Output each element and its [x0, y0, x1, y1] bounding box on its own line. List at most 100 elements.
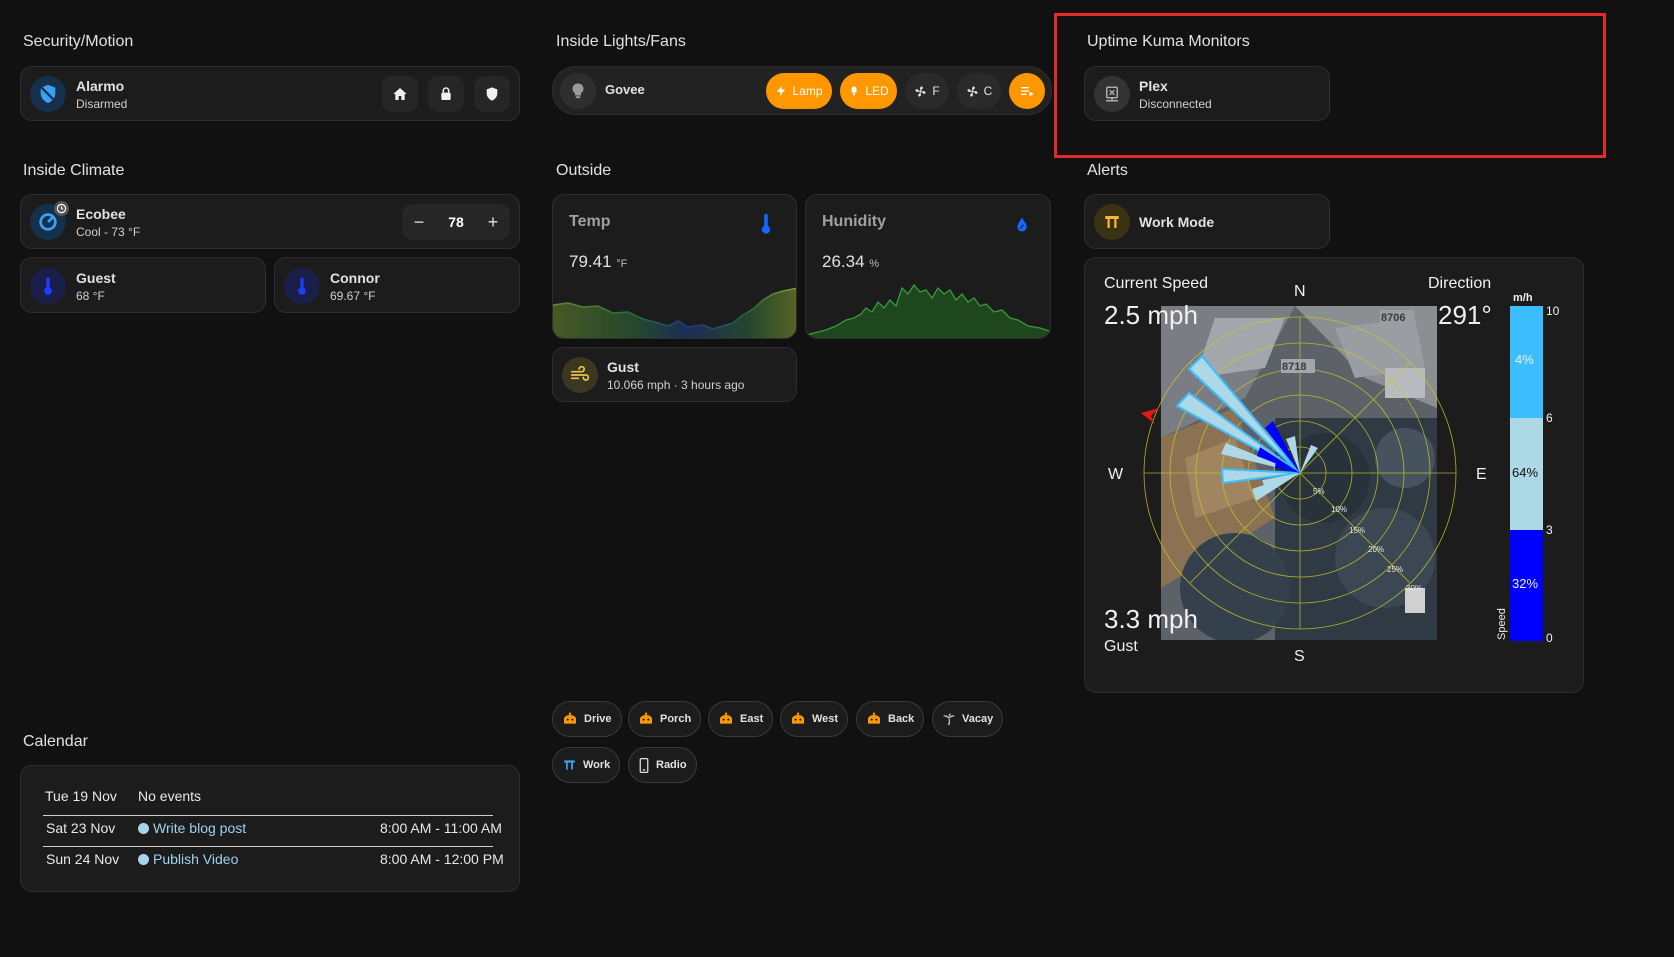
temp-sparkline — [553, 287, 796, 338]
robot-icon — [868, 712, 880, 724]
robot-icon — [792, 712, 804, 724]
chip-porch-label: Porch — [660, 713, 692, 725]
ecobee-name: Ecobee — [76, 206, 126, 222]
govee-card[interactable]: Govee Lamp LED F C — [552, 66, 1052, 115]
fan-icon — [967, 86, 978, 96]
plex-state: Disconnected — [1139, 97, 1212, 111]
direction-label: Direction — [1428, 275, 1492, 292]
cal-event-3[interactable]: Publish Video — [153, 851, 238, 867]
arm-away-button[interactable] — [428, 76, 464, 112]
connor-sensor-card[interactable]: Connor 69.67 °F — [274, 257, 520, 313]
scale-unit: m/h — [1513, 292, 1533, 304]
temp-value: 79.41 — [569, 252, 612, 271]
cal-event-2-wrap[interactable]: Write blog post — [138, 820, 246, 836]
alarmo-state: Disarmed — [76, 97, 128, 111]
scale-pct-high: 4% — [1515, 352, 1534, 367]
fan-c-label: C — [983, 84, 993, 98]
home-icon — [393, 88, 407, 100]
ring-label-30: 30% — [1406, 584, 1422, 593]
clock-badge-icon — [54, 201, 69, 216]
phone-icon — [639, 757, 649, 773]
chip-drive[interactable]: Drive — [552, 701, 622, 737]
temp-unit: °F — [616, 258, 628, 270]
setpoint-value: 78 — [448, 214, 464, 230]
robot-icon — [640, 712, 652, 724]
humidity-graph-card[interactable]: Hunidity 26.34 % — [805, 194, 1051, 339]
current-speed-value: 2.5 mph — [1104, 300, 1198, 330]
server-off-icon — [1094, 76, 1130, 112]
gust-name: Gust — [607, 359, 639, 375]
decrease-button[interactable]: − — [402, 204, 436, 240]
gust-speed-value: 3.3 mph — [1104, 604, 1198, 634]
fan-f-button[interactable]: F — [905, 73, 949, 109]
chip-east[interactable]: East — [708, 701, 774, 737]
lightbulb-icon — [560, 73, 596, 109]
scale-tick-0: 0 — [1546, 631, 1553, 645]
arm-home-button[interactable] — [382, 76, 418, 112]
cal-event-2[interactable]: Write blog post — [153, 820, 246, 836]
chip-porch[interactable]: Porch — [628, 701, 702, 737]
cal-event-1: No events — [138, 788, 202, 804]
lights-section-title: Inside Lights/Fans — [556, 33, 686, 50]
shield-icon — [486, 87, 498, 101]
lock-icon — [441, 87, 451, 100]
arm-night-button[interactable] — [474, 76, 510, 112]
ring-label-15: 15% — [1349, 526, 1365, 535]
compass-s: S — [1294, 648, 1305, 665]
alarmo-name: Alarmo — [76, 78, 125, 94]
ring-label-10: 10% — [1331, 505, 1347, 514]
chip-west[interactable]: West — [780, 701, 849, 737]
shield-off-icon — [30, 76, 66, 112]
chip-drive-label: Drive — [584, 713, 612, 725]
temp-graph-card[interactable]: Temp 79.41 °F — [552, 194, 797, 339]
fan-f-label: F — [932, 84, 940, 98]
scale-pct-mid: 64% — [1512, 465, 1538, 480]
work-mode-card[interactable]: Work Mode — [1084, 194, 1330, 249]
led-label: LED — [865, 84, 889, 98]
playlist-button[interactable] — [1009, 73, 1045, 109]
work-icon — [564, 760, 575, 770]
plex-card[interactable]: Plex Disconnected — [1084, 66, 1330, 121]
compass-e: E — [1476, 466, 1487, 483]
compass-w: W — [1108, 466, 1124, 483]
chip-back[interactable]: Back — [856, 701, 925, 737]
guest-value: 68 °F — [76, 289, 105, 303]
direction-value: 291° — [1438, 300, 1492, 330]
cal-divider — [43, 846, 493, 847]
scale-axis-label: Speed — [1496, 608, 1508, 640]
cal-time-2: 8:00 AM - 11:00 AM — [380, 820, 502, 836]
scale-tick-6: 6 — [1546, 411, 1553, 425]
temp-value-line: 79.41 °F — [569, 252, 627, 272]
palm-icon — [943, 713, 955, 725]
cal-date-1: Tue 19 Nov — [45, 788, 117, 804]
scale-pct-low: 32% — [1512, 576, 1538, 591]
robot-icon — [564, 712, 576, 724]
gust-speed-label: Gust — [1104, 638, 1138, 655]
govee-name: Govee — [605, 82, 645, 97]
chip-work[interactable]: Work — [552, 747, 621, 783]
playlist-icon — [1021, 87, 1034, 97]
chip-vacay[interactable]: Vacay — [932, 701, 1004, 737]
outside-section-title: Outside — [556, 162, 612, 179]
map-label-1: 8706 — [1381, 312, 1405, 324]
cal-event-3-wrap[interactable]: Publish Video — [138, 851, 238, 867]
guest-sensor-card[interactable]: Guest 68 °F — [20, 257, 266, 313]
alarmo-card[interactable]: Alarmo Disarmed — [20, 66, 520, 121]
increase-button[interactable]: + — [476, 204, 510, 240]
led-button[interactable]: LED — [840, 73, 897, 109]
map-label-2: 8718 — [1282, 361, 1306, 373]
gust-card[interactable]: Gust 10.066 mph · 3 hours ago — [552, 347, 797, 402]
calendar-section-title: Calendar — [23, 733, 88, 750]
chip-work-label: Work — [583, 759, 611, 771]
cal-time-3: 8:00 AM - 12:00 PM — [380, 851, 504, 867]
connor-name: Connor — [330, 270, 380, 286]
humidity-value: 26.34 — [822, 252, 865, 271]
ecobee-card[interactable]: Ecobee Cool - 73 °F − 78 + — [20, 194, 520, 249]
chip-radio[interactable]: Radio — [628, 747, 697, 783]
lamp-button[interactable]: Lamp — [766, 73, 832, 109]
scale-tick-10: 10 — [1546, 304, 1560, 318]
fan-icon — [915, 86, 926, 96]
chip-west-label: West — [812, 713, 839, 725]
fan-c-button[interactable]: C — [957, 73, 1001, 109]
ring-label-20: 20% — [1368, 545, 1384, 554]
